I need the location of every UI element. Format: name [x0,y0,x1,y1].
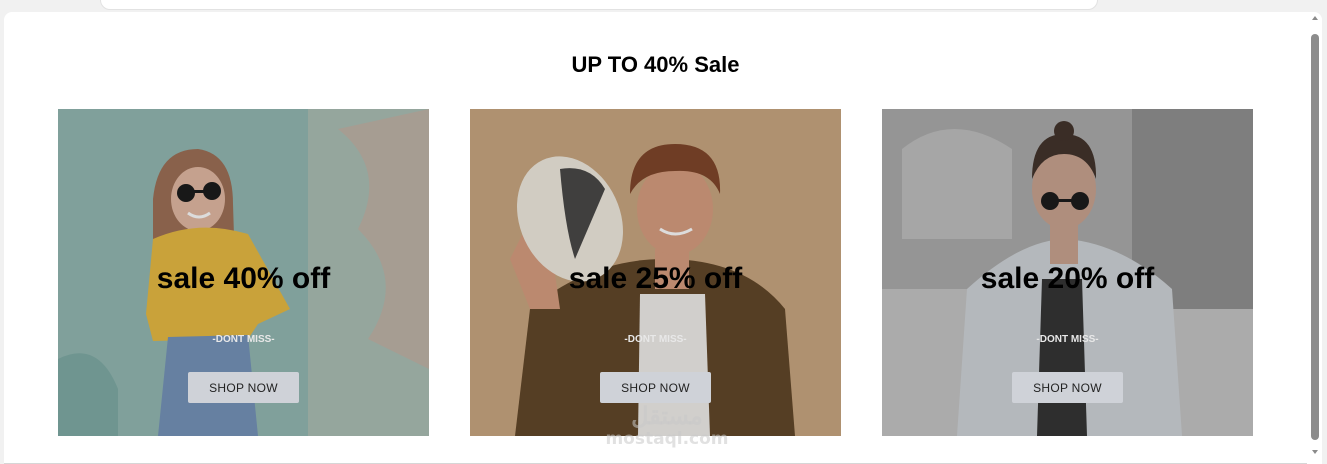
page-frame: UP TO 40% Sale sale 40% off -DONT MISS- … [4,12,1322,464]
sale-card-3-headline: sale 20% off [980,262,1155,295]
shop-now-button-3[interactable]: SHOP NOW [1012,372,1123,403]
scroll-thumb[interactable] [1311,34,1319,440]
sale-card-1-headline: sale 40% off [156,262,331,295]
section-title: UP TO 40% Sale [571,52,740,78]
vertical-scrollbar[interactable] [1308,12,1322,464]
sale-card-3-tagline: -DONT MISS- [1036,334,1099,345]
sale-card-1-tagline: -DONT MISS- [212,334,275,345]
shop-now-button-1[interactable]: SHOP NOW [188,372,299,403]
sale-card-2: sale 25% off -DONT MISS- SHOP NOW [470,109,841,436]
shop-now-button-2[interactable]: SHOP NOW [600,372,711,403]
sale-card-2-tagline: -DONT MISS- [624,334,687,345]
sale-card-3: sale 20% off -DONT MISS- SHOP NOW [882,109,1253,436]
scroll-down-arrow-icon[interactable] [1312,450,1318,454]
browser-address-bar[interactable] [100,0,1098,10]
sale-card-2-headline: sale 25% off [568,262,743,295]
scroll-up-arrow-icon[interactable] [1312,16,1318,20]
sale-card-1: sale 40% off -DONT MISS- SHOP NOW [58,109,429,436]
